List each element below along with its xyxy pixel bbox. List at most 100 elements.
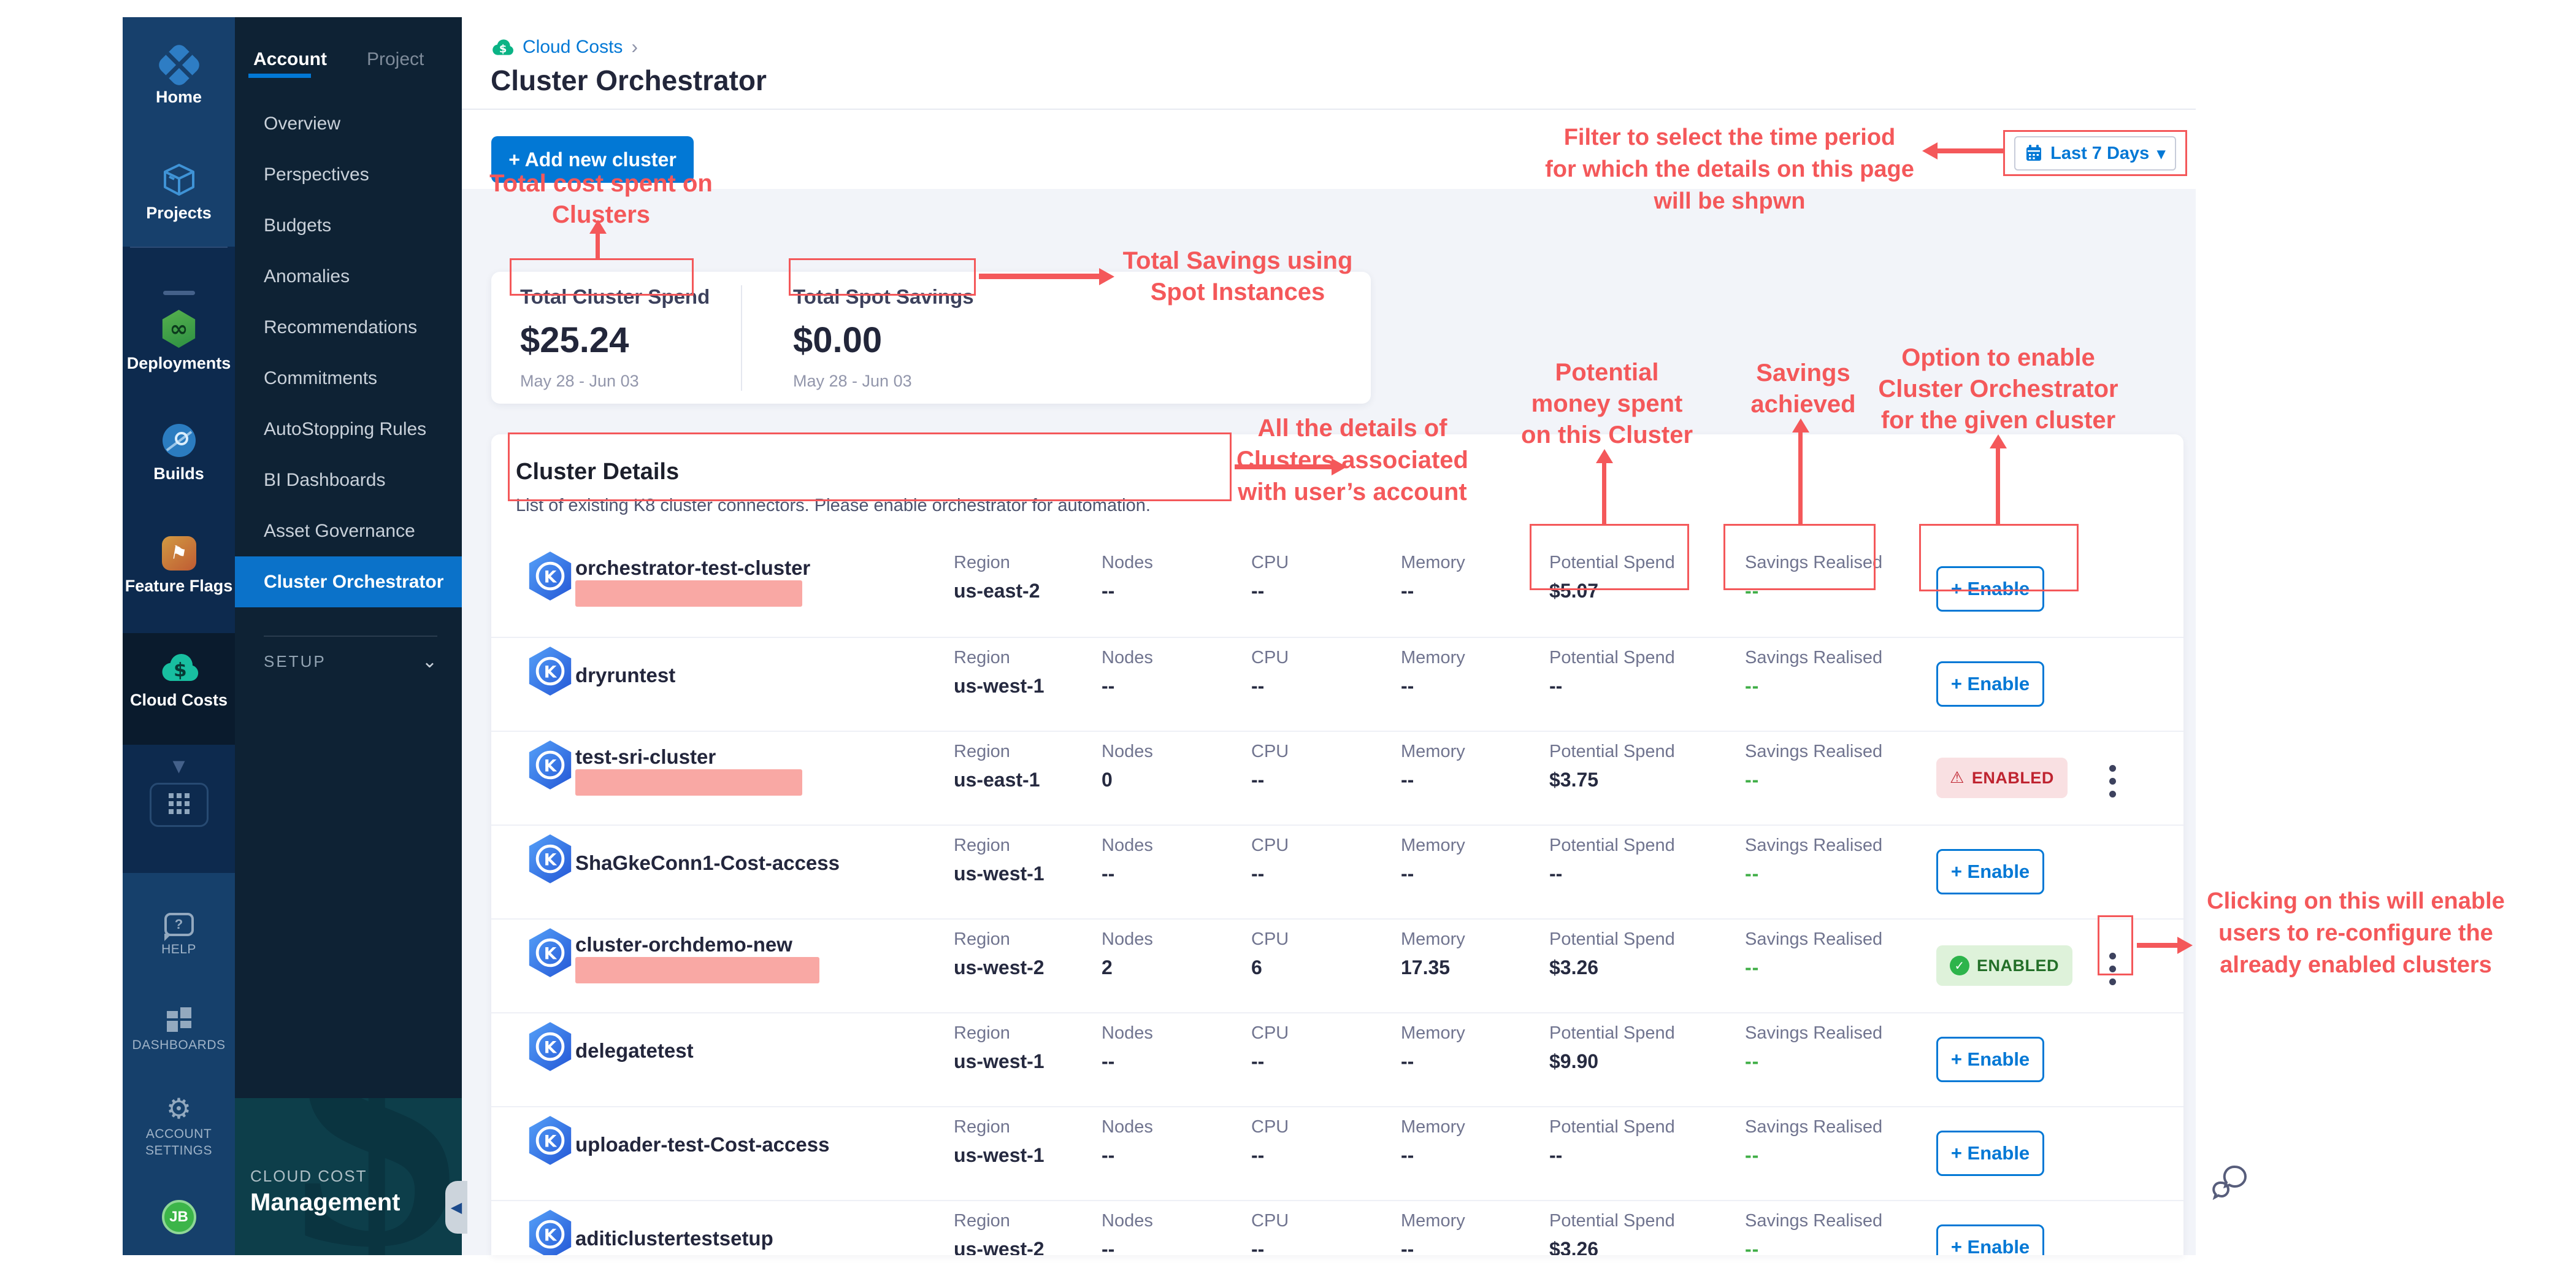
annotation-cluster-details: All the details ofClusters associatedwit…	[1214, 412, 1490, 508]
kubernetes-cluster-icon: K	[527, 1209, 573, 1255]
nav-divider	[264, 636, 437, 637]
annotation-spot-savings: Total Savings usingSpot Instances	[1115, 245, 1360, 308]
sidebar-item-deployments[interactable]: ∞ Deployments	[123, 310, 235, 373]
box-cluster-details	[508, 432, 1232, 501]
sidebar-item-home[interactable]: Home	[123, 48, 235, 107]
sidebar-item-label: Builds	[123, 464, 235, 483]
home-icon	[155, 42, 202, 88]
nav-item-bi-dashboards[interactable]: BI Dashboards	[235, 455, 462, 505]
arrow-total-cost-head	[589, 220, 607, 234]
help-icon: ?	[164, 913, 194, 936]
deployments-icon: ∞	[160, 310, 198, 348]
sidebar-item-builds[interactable]: Builds	[123, 423, 235, 483]
arrow-enable-option-line	[1996, 447, 2000, 524]
cluster-table: K orchestrator-test-cluster Regionus-eas…	[491, 543, 2183, 1255]
sidebar-item-help[interactable]: ? HELP	[123, 913, 235, 958]
chevron-down-icon: ⌄	[422, 651, 437, 672]
breadcrumb-link-cloud-costs[interactable]: Cloud Costs	[523, 37, 623, 58]
chat-bubbles-icon[interactable]	[2212, 1164, 2251, 1200]
nav-item-cluster-orchestrator[interactable]: Cluster Orchestrator	[235, 556, 462, 607]
header-divider	[462, 109, 2196, 110]
nav-item-overview[interactable]: Overview	[235, 98, 462, 149]
kubernetes-cluster-icon: K	[527, 833, 573, 885]
kebab-menu[interactable]	[2103, 759, 2122, 804]
arrow-savings-achieved-line	[1798, 431, 1803, 524]
sidebar-item-cloud-costs[interactable]: $ Cloud Costs	[123, 650, 235, 710]
kubernetes-cluster-icon: K	[527, 645, 573, 697]
arrow-spot-savings-head	[1099, 268, 1114, 285]
table-row: K cluster-orchdemo-new Regionus-west-2 N…	[491, 918, 2183, 1012]
check-icon: ✓	[1950, 956, 1969, 975]
cluster-name: cluster-orchdemo-new	[575, 933, 792, 956]
arrow-potential-spend-line	[1602, 462, 1606, 524]
enable-button[interactable]: + Enable	[1936, 849, 2044, 894]
metric-value: $25.24	[520, 320, 629, 361]
nav-item-recommendations[interactable]: Recommendations	[235, 302, 462, 353]
annotation-date-filter: Filter to select the time periodfor whic…	[1503, 121, 1957, 217]
nav-item-asset-governance[interactable]: Asset Governance	[235, 505, 462, 556]
svg-text:K: K	[544, 944, 558, 963]
sidebar-collapse-handle[interactable]: ◀	[445, 1181, 467, 1234]
sidebar-item-label: Feature Flags	[123, 577, 235, 596]
table-row: K test-sri-cluster Regionus-east-1 Nodes…	[491, 731, 2183, 824]
sidebar-item-account-settings[interactable]: ⚙ ACCOUNT SETTINGS	[123, 1094, 235, 1159]
sidebar-item-feature-flags[interactable]: ⚑ Feature Flags	[123, 536, 235, 596]
chevron-down-icon: ▾	[172, 751, 185, 780]
enable-button[interactable]: + Enable	[1936, 1224, 2044, 1255]
arrow-total-cost-line	[596, 233, 600, 258]
module-picker-button[interactable]	[123, 783, 235, 827]
kubernetes-cluster-icon: K	[527, 550, 573, 602]
cluster-name: uploader-test-Cost-access	[575, 1133, 829, 1156]
metric-divider	[741, 285, 742, 391]
builds-icon	[161, 423, 197, 458]
box-enable-cell	[1919, 524, 2079, 591]
table-row: K ShaGkeConn1-Cost-access Regionus-west-…	[491, 824, 2183, 918]
table-row: K uploader-test-Cost-access Regionus-wes…	[491, 1106, 2183, 1200]
user-avatar[interactable]: JB	[123, 1200, 235, 1234]
sidebar-item-label: HELP	[123, 941, 235, 958]
cluster-name: test-sri-cluster	[575, 745, 716, 769]
box-total-spot-savings	[789, 258, 976, 296]
arrow-date-filter-head	[1922, 142, 1938, 160]
arrow-potential-spend-head	[1596, 449, 1613, 463]
enable-button[interactable]: + Enable	[1936, 661, 2044, 707]
nav-item-commitments[interactable]: Commitments	[235, 353, 462, 404]
sidebar-item-dashboards[interactable]: DASHBOARDS	[123, 1007, 235, 1053]
enabled-ok-badge: ✓ENABLED	[1936, 945, 2072, 986]
svg-text:K: K	[544, 1226, 558, 1245]
svg-text:K: K	[544, 756, 558, 775]
svg-text:$: $	[173, 659, 186, 682]
redacted-text-bar	[575, 769, 802, 796]
sidebar-divider	[130, 247, 228, 248]
collapse-left-icon: ◀	[451, 1199, 462, 1216]
tab-account[interactable]: Account	[253, 49, 327, 70]
sidebar-item-label: Deployments	[123, 354, 235, 373]
kubernetes-cluster-icon: K	[527, 1021, 573, 1072]
grid-icon	[150, 783, 209, 827]
feature-flags-icon: ⚑	[162, 536, 196, 571]
arrow-date-filter-line	[1937, 148, 2003, 153]
nav-item-setup[interactable]: SETUP ⌄	[264, 643, 437, 680]
sidebar-item-projects[interactable]: Projects	[123, 162, 235, 223]
sidebar-collapse-chevron[interactable]: ▾	[123, 753, 235, 778]
svg-text:K: K	[544, 1132, 558, 1151]
metric-value: $0.00	[793, 320, 882, 361]
svg-text:K: K	[544, 663, 558, 682]
cluster-name: orchestrator-test-cluster	[575, 556, 810, 580]
svg-text:K: K	[544, 1038, 558, 1057]
box-savings-realised-cell	[1723, 524, 1876, 590]
svg-text:K: K	[544, 850, 558, 869]
cluster-name: ShaGkeConn1-Cost-access	[575, 851, 840, 875]
nav-item-anomalies[interactable]: Anomalies	[235, 251, 462, 302]
svg-text:$: $	[499, 42, 507, 55]
tab-project[interactable]: Project	[367, 49, 424, 70]
cloud-costs-breadcrumb-icon: $	[491, 37, 514, 57]
metric-period: May 28 - Jun 03	[520, 372, 639, 391]
module-title: Management	[250, 1189, 401, 1216]
nav-item-autostopping-rules[interactable]: AutoStopping Rules	[235, 404, 462, 455]
enable-button[interactable]: + Enable	[1936, 1131, 2044, 1176]
enable-button[interactable]: + Enable	[1936, 1037, 2044, 1082]
cluster-name: aditiclustertestsetup	[575, 1227, 773, 1250]
module-kicker: CLOUD COST	[250, 1167, 367, 1186]
sidebar-item-label: ACCOUNT SETTINGS	[136, 1126, 222, 1159]
